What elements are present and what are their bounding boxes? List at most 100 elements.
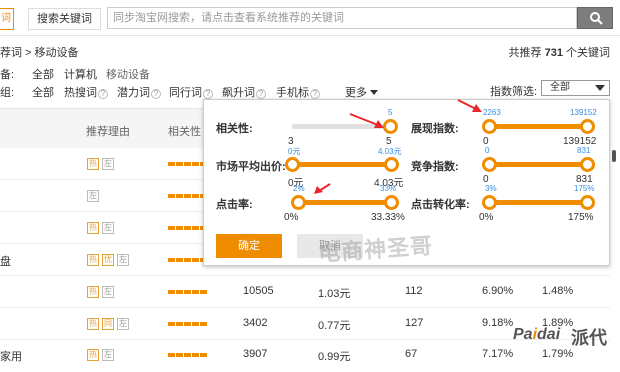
confirm-button[interactable]: 确定 — [216, 234, 282, 258]
ctr-value: 9.18% — [482, 317, 514, 329]
tag-hot: 热 — [87, 254, 99, 266]
more-label: 更多 — [345, 87, 367, 99]
tag-hot: 热 — [87, 286, 99, 298]
group-option-rising-label: 飙升词 — [222, 87, 255, 99]
search-input[interactable]: 同步淘宝网搜索，请点击查看系统推荐的关键词 — [107, 7, 577, 29]
header-reason: 推荐理由 — [86, 126, 130, 138]
logo-latin-a: Pa — [513, 326, 533, 343]
tag-hot: 热 — [87, 349, 99, 361]
group-option-potential-label: 潜力词 — [117, 87, 150, 99]
tag-left: 左 — [117, 254, 129, 266]
logo-latin: Paidai — [513, 326, 560, 344]
ctr-label: 点击率: — [216, 199, 253, 211]
tag-left: 左 — [102, 158, 114, 170]
annotation-arrow-icon — [349, 113, 384, 128]
help-icon[interactable]: ? — [256, 89, 266, 99]
competition-label: 竞争指数: — [411, 161, 459, 173]
cvr-max: 175% — [568, 212, 594, 223]
cvr-min: 0% — [479, 212, 494, 223]
tag-best: 优 — [102, 254, 114, 266]
impression-value: 3907 — [243, 348, 268, 360]
competition-top-right: 831 — [577, 146, 591, 155]
ctr-max-handle[interactable] — [384, 195, 399, 210]
ctr-top-right: 33% — [380, 184, 397, 193]
device-option-all[interactable]: 全部 — [32, 66, 54, 82]
help-icon[interactable]: ? — [98, 89, 108, 99]
scrollbar-thumb[interactable] — [612, 150, 616, 162]
ctr-min-handle[interactable] — [291, 195, 306, 210]
keyword-text: 家用 — [0, 351, 22, 363]
tag-hot: 热 — [87, 158, 99, 170]
help-icon[interactable]: ? — [203, 89, 213, 99]
help-icon[interactable]: ? — [151, 89, 161, 99]
cvr-value: 1.48% — [542, 285, 574, 297]
cvr-max-handle[interactable] — [580, 195, 595, 210]
help-icon[interactable]: ? — [310, 89, 320, 99]
tab-keyword-active[interactable]: 词 — [0, 8, 14, 30]
more-dropdown[interactable]: 更多 — [345, 84, 378, 100]
search-button[interactable] — [577, 7, 613, 29]
group-option-peer-label: 同行词 — [169, 87, 202, 99]
chevron-down-icon — [595, 85, 605, 91]
annotation-arrow-icon — [314, 183, 331, 194]
competition-value: 127 — [405, 317, 424, 329]
avg-bid-fill — [293, 162, 393, 167]
group-filter-label: 组: — [0, 87, 15, 99]
impression-min-handle[interactable] — [482, 119, 497, 134]
impression-value: 10505 — [243, 285, 274, 297]
index-filter-label: 指数筛选: — [490, 86, 538, 98]
impression-value: 3402 — [243, 317, 268, 329]
tag-left: 左 — [117, 318, 129, 330]
index-filter-value: 全部 — [550, 82, 570, 93]
competition-fill — [489, 162, 589, 167]
group-option-potential[interactable]: 潜力词? — [117, 84, 161, 100]
index-filter-select[interactable]: 全部 — [541, 80, 610, 96]
group-option-peer[interactable]: 同行词? — [169, 84, 213, 100]
device-filter-label: 备: — [0, 69, 15, 81]
header-relevance[interactable]: 相关性 — [168, 123, 201, 139]
breadcrumb: 荐词 > 移动设备 — [0, 47, 79, 59]
ctr-top-left: 2% — [293, 184, 305, 193]
cvr-top-right: 175% — [574, 184, 595, 193]
avg-bid-top-left: 0元 — [288, 147, 301, 156]
total-count: 共推荐 731 个关键词 — [509, 44, 610, 60]
cvr-label: 点击转化率: — [411, 199, 470, 211]
group-option-all[interactable]: 全部 — [32, 84, 54, 100]
tab-search-keywords[interactable]: 搜索关键词 — [28, 8, 101, 30]
relevance-bar — [168, 162, 208, 166]
avg-bid-min-handle[interactable] — [285, 157, 300, 172]
tag-hot: 热 — [87, 318, 99, 330]
impression-fill — [489, 124, 589, 129]
device-option-mobile[interactable]: 移动设备 — [106, 66, 150, 82]
competition-value: 112 — [405, 285, 423, 297]
keyword-text: 盘 — [0, 256, 11, 268]
tag-left: 左 — [102, 222, 114, 234]
group-option-hot[interactable]: 热搜词? — [64, 84, 108, 100]
group-option-mobile-tag[interactable]: 手机标? — [276, 84, 320, 100]
avg-bid-value: 0.99元 — [318, 351, 351, 363]
relevance-top-value: 5 — [388, 108, 393, 117]
relevance-bar — [168, 353, 208, 357]
tag-peer: 同 — [102, 318, 114, 330]
competition-max-handle[interactable] — [580, 157, 595, 172]
impression-label: 展现指数: — [411, 123, 459, 135]
chevron-down-icon — [370, 90, 378, 95]
group-option-rising[interactable]: 飙升词? — [222, 84, 266, 100]
avg-bid-value: 1.03元 — [318, 288, 351, 300]
table-row[interactable]: 热 左 10505 1.03元 112 6.90% 1.48% — [0, 276, 610, 308]
total-prefix: 共推荐 — [508, 47, 542, 59]
competition-top-left: 0 — [485, 146, 490, 155]
logo-latin-b: dai — [537, 326, 561, 343]
competition-min-handle[interactable] — [482, 157, 497, 172]
relevance-bar — [168, 226, 208, 230]
competition-value: 67 — [405, 348, 418, 360]
cvr-min-handle[interactable] — [482, 195, 497, 210]
tag-left: 左 — [102, 349, 114, 361]
device-option-computer[interactable]: 计算机 — [64, 66, 97, 82]
avg-bid-max-handle[interactable] — [384, 157, 399, 172]
tag-left: 左 — [87, 190, 99, 202]
avg-bid-top-right: 4.03元 — [378, 147, 402, 156]
relevance-bar — [168, 290, 208, 294]
ctr-fill — [299, 200, 393, 205]
impression-max-handle[interactable] — [580, 119, 595, 134]
